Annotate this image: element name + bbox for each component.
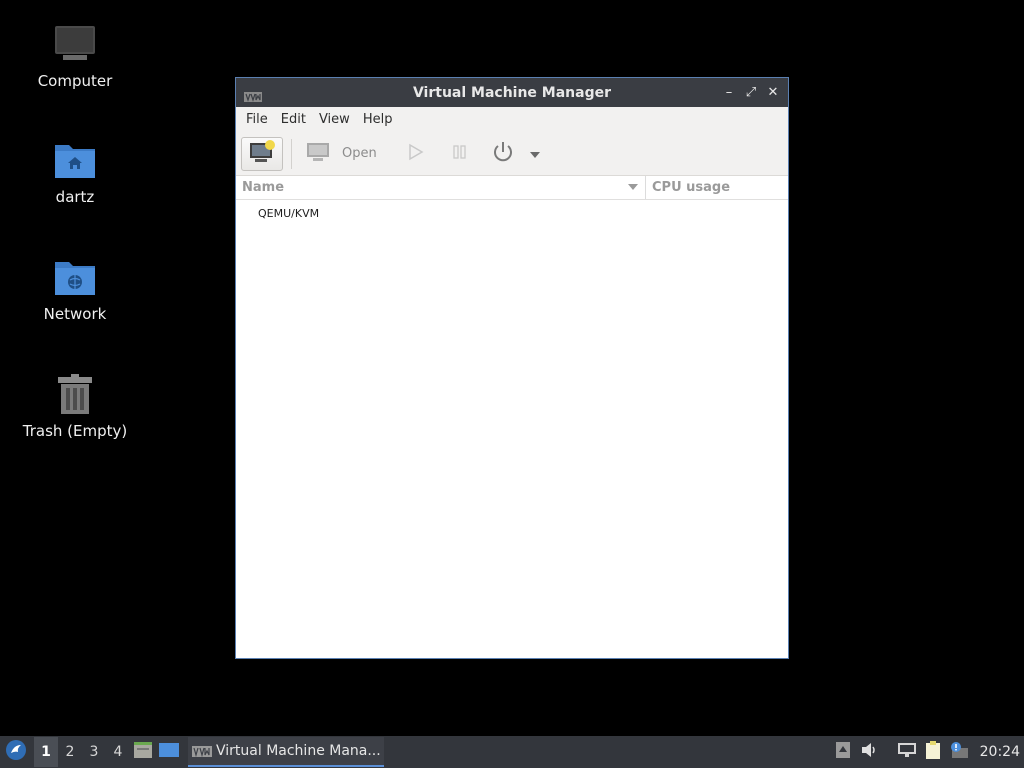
minimize-button[interactable]: – — [720, 84, 738, 102]
menubar: File Edit View Help — [236, 107, 788, 132]
pause-icon — [452, 144, 468, 164]
desktop-icon-label: Network — [43, 305, 107, 323]
new-vm-button[interactable] — [241, 136, 283, 171]
play-icon — [408, 143, 424, 165]
virt-manager-window: Virtual Machine Manager – ⤢ ✕ File Edit … — [235, 77, 789, 659]
chevron-down-icon — [529, 144, 541, 163]
network-status-button[interactable] — [894, 737, 920, 767]
desktop-icon-label: dartz — [55, 188, 95, 206]
menu-help[interactable]: Help — [357, 112, 399, 127]
column-header-cpu[interactable]: CPU usage — [646, 176, 788, 199]
column-cpu-label: CPU usage — [652, 180, 731, 195]
menu-file[interactable]: File — [240, 112, 274, 127]
computer-icon — [53, 22, 97, 66]
workspace-2[interactable]: 2 — [58, 737, 82, 767]
update-alert-icon — [949, 741, 969, 763]
connection-name: QEMU/KVM — [258, 206, 320, 220]
desktop-icon-home-folder[interactable]: dartz — [10, 138, 140, 206]
up-arrow-icon — [835, 742, 850, 762]
taskbar-task-virt-manager[interactable]: Virtual Machine Mana... — [188, 737, 384, 767]
open-button[interactable]: Open — [302, 137, 381, 171]
monitor-icon — [306, 142, 330, 166]
new-vm-icon — [249, 139, 275, 168]
lubuntu-logo-icon — [5, 739, 27, 765]
desktop-icon — [159, 742, 179, 762]
updates-notification-button[interactable] — [946, 737, 972, 767]
home-folder-icon — [53, 138, 97, 182]
pause-button[interactable] — [443, 137, 477, 171]
virt-manager-task-icon — [192, 742, 212, 761]
workspace-3[interactable]: 3 — [82, 737, 106, 767]
column-header-name[interactable]: Name — [236, 176, 646, 199]
maximize-button[interactable]: ⤢ — [742, 84, 760, 102]
column-name-label: Name — [242, 180, 285, 195]
toolbar-separator — [291, 138, 292, 169]
menu-view[interactable]: View — [313, 112, 356, 127]
menu-edit[interactable]: Edit — [275, 112, 312, 127]
list-item[interactable]: QEMU/KVM — [236, 200, 788, 226]
taskbar: 1 2 3 4 Virtual Machine Mana... 20:24 — [0, 736, 1024, 768]
toolbar: Open — [236, 132, 788, 176]
sort-chevron-down-icon — [627, 180, 639, 195]
desktop-icon-network[interactable]: Network — [10, 255, 140, 323]
vm-list-header: Name CPU usage — [236, 176, 788, 200]
task-label: Virtual Machine Mana... — [216, 743, 381, 759]
workspace-1[interactable]: 1 — [34, 737, 58, 767]
tray-up-arrow-button[interactable] — [830, 737, 856, 767]
file-manager-launcher[interactable] — [130, 737, 156, 767]
trash-icon — [53, 372, 97, 416]
volume-button[interactable] — [856, 737, 882, 767]
clipboard-icon — [924, 740, 942, 764]
desktop-icon-label: Computer — [37, 72, 113, 90]
speaker-icon — [860, 742, 878, 762]
start-menu-button[interactable] — [0, 736, 32, 768]
virt-manager-app-icon — [244, 87, 262, 106]
open-label: Open — [342, 146, 377, 161]
window-title: Virtual Machine Manager — [412, 84, 612, 101]
network-wired-icon — [897, 742, 917, 762]
close-button[interactable]: ✕ — [764, 84, 782, 102]
shutdown-button[interactable] — [486, 137, 520, 171]
desktop-icon-label: Trash (Empty) — [22, 422, 128, 440]
workspace-4[interactable]: 4 — [106, 737, 130, 767]
clock[interactable]: 20:24 — [980, 744, 1020, 760]
shutdown-menu-button[interactable] — [524, 137, 546, 171]
system-tray: 20:24 — [830, 736, 1024, 768]
file-manager-icon — [133, 741, 153, 763]
run-button[interactable] — [399, 137, 433, 171]
window-titlebar[interactable]: Virtual Machine Manager – ⤢ ✕ — [236, 78, 788, 107]
network-folder-icon — [53, 255, 97, 299]
show-desktop-button[interactable] — [156, 737, 182, 767]
desktop-icon-computer[interactable]: Computer — [10, 22, 140, 90]
clipboard-button[interactable] — [920, 737, 946, 767]
desktop-icon-trash[interactable]: Trash (Empty) — [10, 372, 140, 440]
power-icon — [491, 140, 515, 168]
